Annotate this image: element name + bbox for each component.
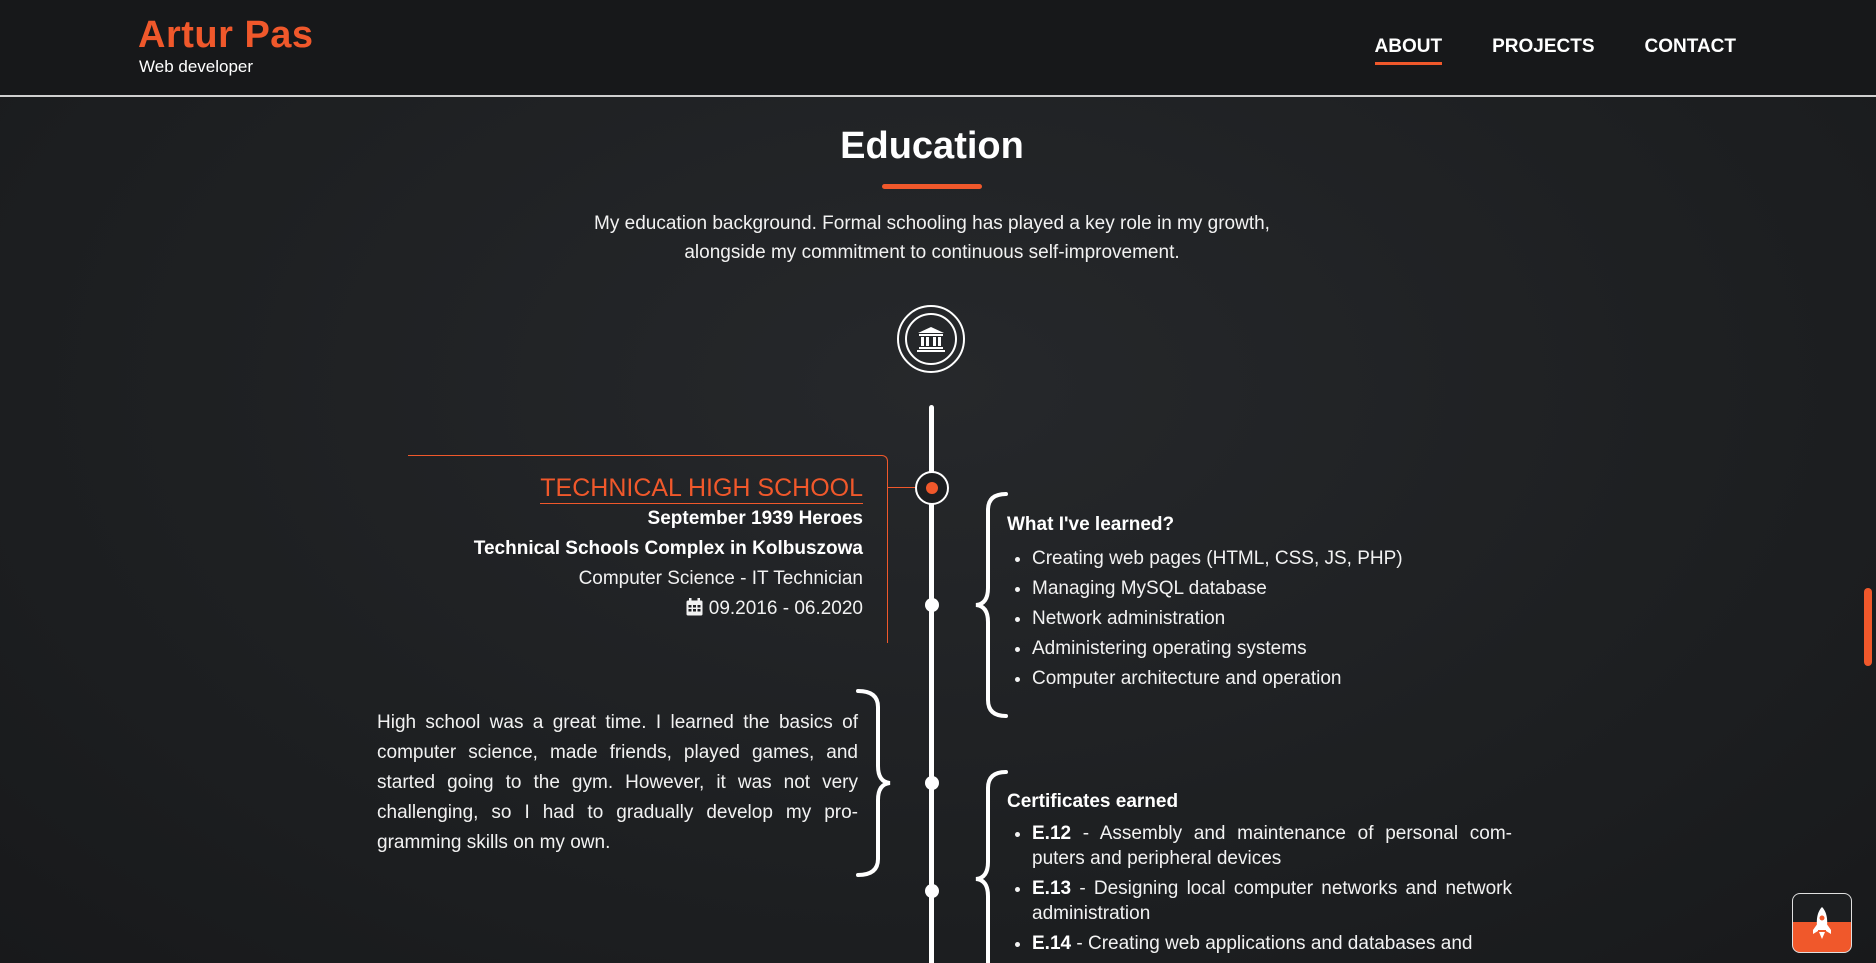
section-title: Education	[840, 125, 1024, 167]
learned-title: What I've learned?	[1007, 514, 1175, 535]
brace-certificates	[975, 770, 1008, 963]
certificate-code: E.14	[1032, 933, 1072, 954]
brand-subtitle: Web developer	[139, 57, 254, 76]
section-title-underline	[882, 184, 982, 189]
brand-name[interactable]: Artur Pas	[138, 14, 314, 57]
institution-icon	[905, 313, 957, 365]
timeline-node	[915, 471, 949, 505]
main-nav: ABOUT PROJECTS CONTACT	[1374, 36, 1736, 65]
timeline-connector-tick	[888, 487, 916, 488]
list-item: E.14 - Creating web applications and dat…	[1032, 931, 1512, 956]
nav-projects[interactable]: PROJECTS	[1492, 36, 1594, 65]
certificate-code: E.12	[1032, 823, 1072, 844]
list-item: E.13 - Designing local computer networks…	[1032, 876, 1512, 926]
certificate-code: E.13	[1032, 878, 1072, 899]
school-dates: 09.2016 - 06.2020	[708, 598, 863, 619]
back-to-top-button[interactable]	[1792, 893, 1852, 953]
school-field: Computer Science - IT Technician	[578, 568, 863, 589]
timeline-node-dot	[926, 482, 938, 494]
section-intro-line-1: My education background. Formal schoolin…	[594, 213, 1270, 234]
certificates-list: E.12 - Assembly and maintenance of perso…	[1007, 821, 1512, 956]
timeline-dot	[925, 776, 939, 790]
learned-box: What I've learned? Creating web pages (H…	[1007, 514, 1527, 694]
list-item: E.12 - Assembly and maintenance of perso…	[1032, 821, 1512, 871]
certificates-box: Certificates earned E.12 - Assembly and …	[1007, 791, 1512, 961]
timeline-dot	[925, 598, 939, 612]
certificate-text: - Designing local computer networks and …	[1032, 878, 1512, 924]
section-intro: My education background. Formal schoolin…	[560, 209, 1304, 267]
school-dates-row: 09.2016 - 06.2020	[403, 594, 863, 624]
brace-story	[856, 689, 891, 877]
list-item: Administering operating systems	[1032, 634, 1527, 664]
nav-about[interactable]: ABOUT	[1374, 36, 1443, 65]
list-item: Creating web pages (HTML, CSS, JS, PHP)	[1032, 544, 1527, 574]
site-header: Artur Pas Web developer ABOUT PROJECTS C…	[0, 0, 1876, 97]
section-intro-line-2: alongside my commitment to continuous se…	[684, 242, 1180, 263]
school-card: TECHNICAL HIGH SCHOOL September 1939 Her…	[403, 473, 863, 624]
learned-list: Creating web pages (HTML, CSS, JS, PHP) …	[1007, 544, 1527, 694]
certificate-text: - Creating web applications and database…	[1071, 933, 1473, 954]
timeline-dot	[925, 884, 939, 898]
nav-contact[interactable]: CONTACT	[1645, 36, 1736, 65]
page: Artur Pas Web developer ABOUT PROJECTS C…	[0, 0, 1876, 963]
certificates-title: Certificates earned	[1007, 791, 1179, 812]
list-item: Network administration	[1032, 604, 1527, 634]
brace-learned	[975, 492, 1008, 718]
calendar-icon	[686, 598, 703, 616]
school-name-line-1: September 1939 Heroes	[647, 508, 863, 529]
school-name-line-2: Technical Schools Complex in Kolbuszowa	[473, 538, 863, 559]
rocket-icon	[1813, 907, 1831, 939]
school-story: High school was a great time. I learned …	[377, 712, 858, 853]
certificate-text: - Assembly and maintenance of personal c…	[1032, 823, 1512, 869]
school-title: TECHNICAL HIGH SCHOOL	[540, 474, 863, 504]
list-item: Managing MySQL database	[1032, 574, 1527, 604]
timeline-icon-ring	[897, 305, 965, 373]
scroll-indicator[interactable]	[1864, 588, 1872, 666]
list-item: Computer architecture and operation	[1032, 664, 1527, 694]
